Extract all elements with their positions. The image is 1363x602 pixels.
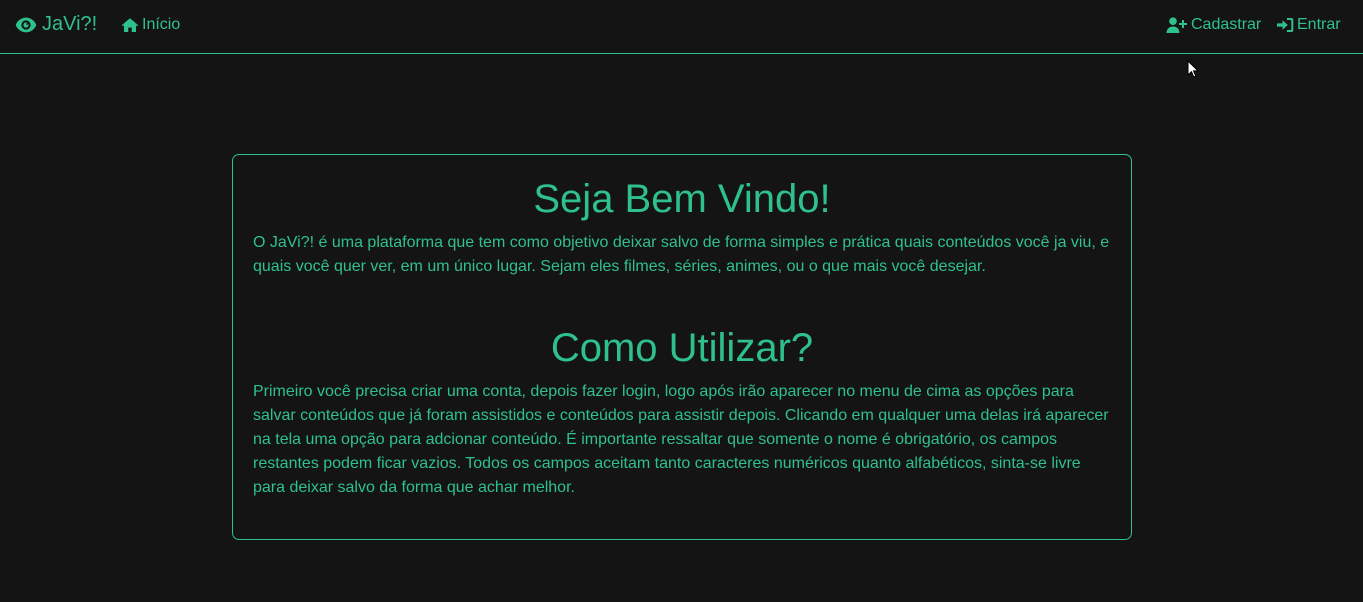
- howto-title: Como Utilizar?: [550, 326, 814, 370]
- brand-label: JaVi?!: [42, 13, 98, 35]
- howto-text: Primeiro você precisa criar uma conta, d…: [253, 383, 1109, 496]
- user-plus-icon: [1166, 17, 1187, 33]
- sign-in-icon: [1277, 18, 1294, 32]
- eye-icon: [15, 17, 37, 32]
- nav-signup-link[interactable]: Cadastrar: [1166, 16, 1261, 34]
- nav-home-label: Início: [142, 16, 181, 33]
- brand-link[interactable]: JaVi?!: [15, 13, 97, 36]
- home-icon: [121, 18, 139, 32]
- nav-login-link[interactable]: Entrar: [1276, 16, 1341, 34]
- nav-signup-label: Cadastrar: [1191, 16, 1262, 33]
- welcome-card: Seja Bem Vindo! O JaVi?! é uma plataform…: [232, 154, 1132, 540]
- welcome-text: O JaVi?! é uma plataforma que tem como o…: [253, 234, 1110, 275]
- mouse-cursor-icon: [1187, 60, 1199, 78]
- nav-login-label: Entrar: [1297, 16, 1341, 33]
- nav-home-link[interactable]: Início: [121, 16, 180, 34]
- navbar: JaVi?! Início Cadastrar Entrar: [0, 0, 1363, 54]
- welcome-title: Seja Bem Vindo!: [533, 177, 831, 221]
